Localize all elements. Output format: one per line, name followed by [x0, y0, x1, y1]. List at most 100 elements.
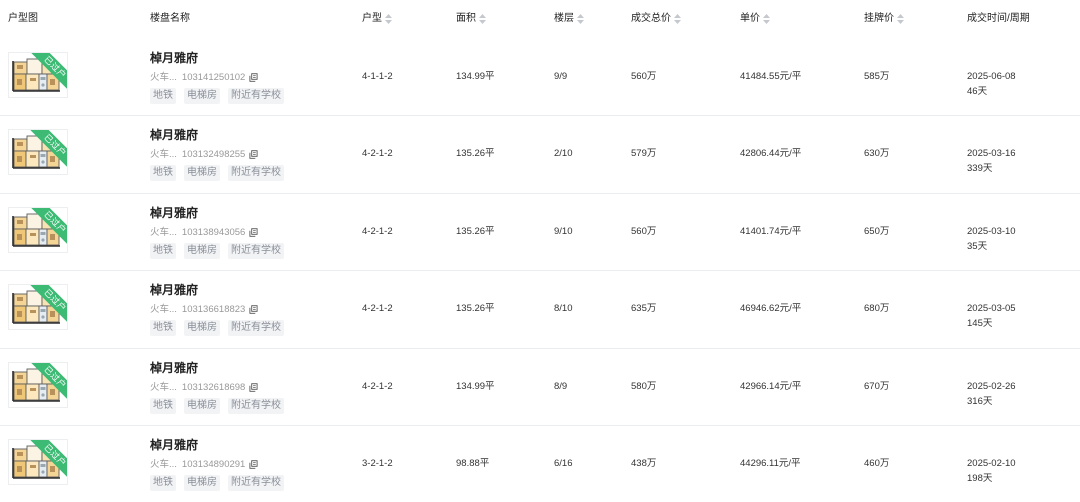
property-name-link[interactable]: 棹月雅府 [150, 438, 198, 453]
header-total-price-label: 成交总价 [631, 13, 671, 24]
unit-price-value: 42806.44元/平 [740, 148, 802, 159]
header-area-label: 面积 [456, 13, 476, 24]
sort-icon[interactable] [674, 14, 681, 24]
total-price-value: 560万 [631, 225, 657, 237]
tag-list: 地铁 电梯房 附近有学校 [150, 87, 292, 104]
copy-icon[interactable] [249, 383, 258, 392]
area-value: 134.99平 [456, 380, 495, 392]
header-layout-label: 户型 [362, 13, 382, 24]
header-floor-plan: 户型图 [8, 13, 38, 24]
sort-icon[interactable] [479, 14, 486, 24]
floor-value: 2/10 [554, 148, 573, 159]
floor-plan-thumbnail[interactable]: 已过户 [8, 51, 68, 98]
table-row[interactable]: 已过户 棹月雅府 火车... 103136618823 地铁 电梯房 附近有学校… [0, 271, 1080, 349]
tag-list: 地铁 电梯房 附近有学校 [150, 397, 292, 414]
property-name-link[interactable]: 棹月雅府 [150, 206, 198, 221]
deal-date: 2025-03-05 [967, 303, 1016, 314]
location-text: 火车... [150, 71, 177, 83]
listing-info: 火车... 103136618823 [150, 303, 258, 316]
listing-info: 火车... 103132498255 [150, 148, 258, 161]
sort-icon[interactable] [385, 14, 392, 24]
tag-list: 地铁 电梯房 附近有学校 [150, 242, 292, 259]
table-row[interactable]: 已过户 棹月雅府 火车... 103132618698 地铁 电梯房 附近有学校… [0, 349, 1080, 426]
property-name-link[interactable]: 棹月雅府 [150, 361, 198, 376]
layout-value: 4-1-1-2 [362, 70, 393, 82]
layout-value: 4-2-1-2 [362, 148, 393, 159]
listing-price-value: 670万 [864, 380, 890, 392]
tag: 地铁 [150, 242, 176, 259]
floor-plan-thumbnail[interactable]: 已过户 [8, 206, 68, 253]
table-row[interactable]: 已过户 棹月雅府 火车... 103134890291 地铁 电梯房 附近有学校… [0, 426, 1080, 502]
tag: 地铁 [150, 320, 176, 336]
unit-price-value: 41484.55元/平 [740, 70, 802, 82]
copy-icon[interactable] [249, 460, 258, 469]
table-row[interactable]: 已过户 棹月雅府 火车... 103141250102 地铁 电梯房 附近有学校… [0, 39, 1080, 116]
sort-by-layout[interactable]: 户型 [362, 12, 392, 26]
total-price-value: 560万 [631, 70, 657, 82]
tag: 地铁 [150, 165, 176, 181]
tag: 附近有学校 [228, 87, 284, 104]
deal-cycle: 339天 [967, 163, 993, 174]
area-value: 98.88平 [456, 458, 490, 469]
total-price-value: 579万 [631, 148, 657, 159]
location-text: 火车... [150, 226, 177, 238]
table-row[interactable]: 已过户 棹月雅府 火车... 103138943056 地铁 电梯房 附近有学校… [0, 194, 1080, 271]
listing-price-value: 650万 [864, 225, 890, 237]
area-value: 135.26平 [456, 148, 495, 159]
sort-by-total-price[interactable]: 成交总价 [631, 12, 681, 26]
listing-price-value: 680万 [864, 303, 890, 314]
sort-icon[interactable] [897, 14, 904, 24]
header-deal-time: 成交时间/周期 [967, 13, 1030, 24]
sort-by-listing-price[interactable]: 挂牌价 [864, 12, 904, 26]
floor-plan-thumbnail[interactable]: 已过户 [8, 284, 68, 330]
location-text: 火车... [150, 149, 177, 160]
deal-date: 2025-06-08 [967, 70, 1016, 82]
tag: 附近有学校 [228, 397, 284, 414]
unit-price-value: 42966.14元/平 [740, 380, 802, 392]
property-name-link[interactable]: 棹月雅府 [150, 51, 198, 66]
unit-price-value: 44296.11元/平 [740, 458, 801, 469]
floor-plan-thumbnail[interactable]: 已过户 [8, 439, 68, 485]
table-row[interactable]: 已过户 棹月雅府 火车... 103132498255 地铁 电梯房 附近有学校… [0, 116, 1080, 194]
tag: 电梯房 [184, 397, 220, 414]
property-name-link[interactable]: 棹月雅府 [150, 283, 198, 298]
sort-icon[interactable] [577, 14, 584, 24]
deal-date: 2025-03-10 [967, 225, 1016, 237]
tag-list: 地铁 电梯房 附近有学校 [150, 320, 292, 336]
copy-icon[interactable] [249, 228, 258, 237]
floor-value: 9/10 [554, 225, 573, 237]
floor-plan-thumbnail[interactable]: 已过户 [8, 129, 68, 175]
copy-icon[interactable] [249, 150, 258, 159]
tag: 电梯房 [184, 242, 220, 259]
deal-date: 2025-02-10 [967, 458, 1016, 469]
listing-id: 103141250102 [181, 71, 246, 83]
floor-value: 8/9 [554, 380, 568, 392]
listing-info: 火车... 103141250102 [150, 71, 258, 84]
deal-cycle: 316天 [967, 395, 993, 407]
tag: 附近有学校 [228, 242, 284, 259]
header-property-name: 楼盘名称 [150, 13, 190, 24]
listing-id: 103132618698 [181, 381, 246, 393]
total-price-value: 635万 [631, 303, 657, 314]
listing-id: 103132498255 [181, 149, 246, 160]
sort-by-floor[interactable]: 楼层 [554, 12, 584, 26]
area-value: 135.26平 [456, 303, 495, 314]
deal-cycle: 46天 [967, 85, 988, 97]
sort-by-unit-price[interactable]: 单价 [740, 12, 770, 26]
sort-by-area[interactable]: 面积 [456, 12, 486, 26]
property-name-link[interactable]: 棹月雅府 [150, 128, 198, 143]
location-text: 火车... [150, 459, 177, 470]
floor-plan-thumbnail[interactable]: 已过户 [8, 361, 68, 408]
deal-date: 2025-02-26 [967, 380, 1016, 392]
copy-icon[interactable] [249, 305, 258, 314]
location-text: 火车... [150, 304, 177, 315]
sort-icon[interactable] [763, 14, 770, 24]
deal-cycle: 145天 [967, 318, 993, 329]
header-listing-price-label: 挂牌价 [864, 13, 894, 24]
copy-icon[interactable] [249, 73, 258, 82]
area-value: 134.99平 [456, 70, 495, 82]
tag-list: 地铁 电梯房 附近有学校 [150, 475, 292, 491]
floor-value: 9/9 [554, 70, 568, 82]
floor-value: 8/10 [554, 303, 573, 314]
deal-cycle: 35天 [967, 240, 988, 252]
